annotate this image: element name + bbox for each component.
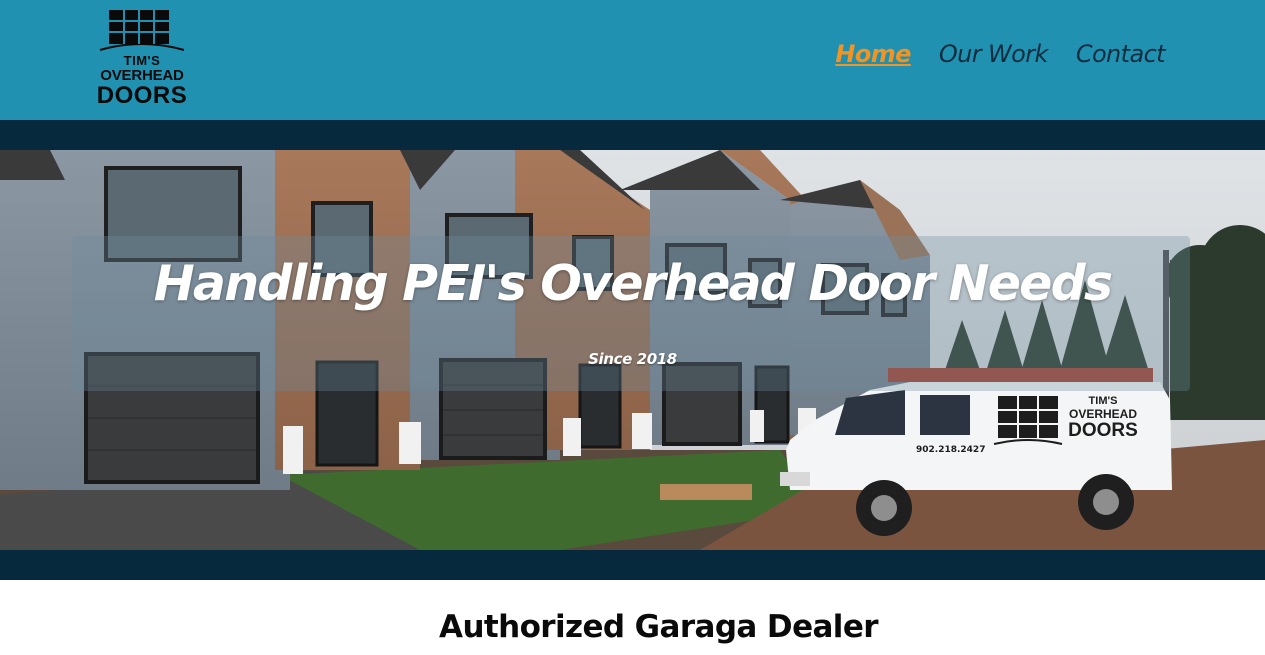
logo-line-2: OVERHEAD <box>100 67 184 84</box>
hero-title: Handling PEI's Overhead Door Needs <box>153 255 1113 312</box>
site-header: TIM'S OVERHEAD DOORS Home Our Work Conta… <box>0 0 1265 120</box>
van-brand-line-2: OVERHEAD <box>1069 407 1137 421</box>
hero-banner: 902.218.2427 TIM'S OVERHEAD DOORS Handli… <box>0 150 1265 550</box>
top-divider-band <box>0 120 1265 150</box>
van-brand-line-3: DOORS <box>1068 420 1138 441</box>
van-phone-text: 902.218.2427 <box>916 445 985 455</box>
hero-subtitle: Since 2018 <box>588 350 677 368</box>
logo-line-3: DOORS <box>96 82 188 109</box>
nav-home-link[interactable]: Home <box>835 40 911 68</box>
company-logo[interactable]: TIM'S OVERHEAD DOORS <box>92 8 192 110</box>
garage-door-logo-icon <box>99 10 185 51</box>
bottom-divider-band <box>0 550 1265 580</box>
nav-our-work-link[interactable]: Our Work <box>939 40 1049 68</box>
logo-line-1: TIM'S <box>123 53 161 68</box>
section-heading: Authorized Garaga Dealer <box>439 609 879 645</box>
van-brand-line-1: TIM'S <box>1089 395 1118 407</box>
nav-contact-link[interactable]: Contact <box>1076 40 1166 68</box>
main-nav: Home Our Work Contact <box>835 40 1165 68</box>
